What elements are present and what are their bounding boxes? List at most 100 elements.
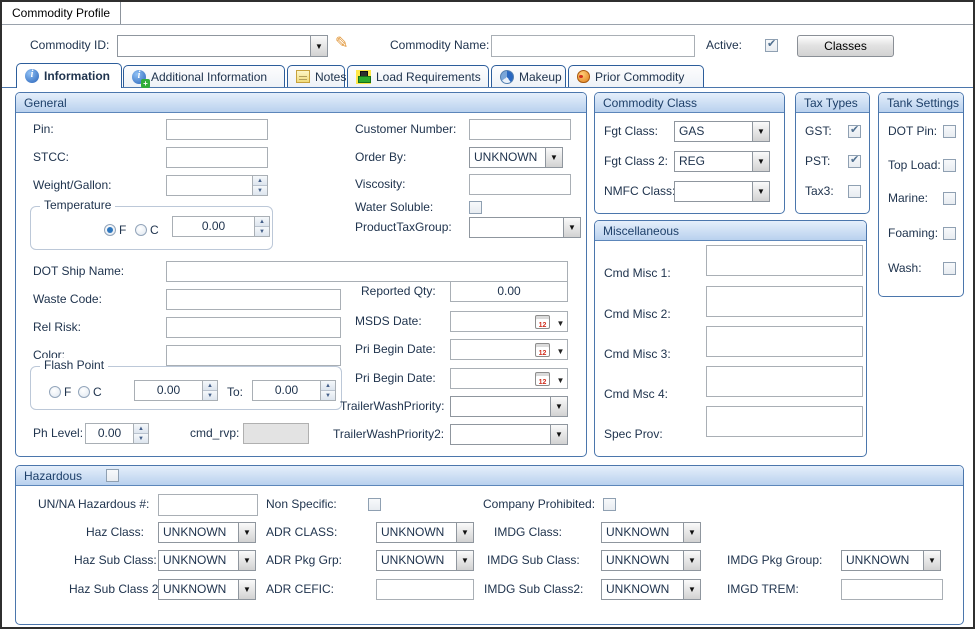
imgd-trem-input[interactable] (841, 579, 943, 600)
wash-checkbox[interactable] (943, 262, 956, 275)
tax3-checkbox[interactable] (848, 185, 861, 198)
dropdown-arrow-icon[interactable] (752, 122, 769, 141)
cmd-misc3-input[interactable] (706, 326, 863, 357)
imdg-class-select[interactable]: UNKNOWN (601, 522, 701, 543)
spinner-down-button[interactable] (253, 185, 267, 195)
temperature-c-radio[interactable] (135, 224, 147, 236)
document-tab-commodity-profile[interactable]: Commodity Profile (4, 2, 121, 24)
imdg-sub-class2-select[interactable]: UNKNOWN (601, 579, 701, 600)
classes-button[interactable]: Classes (797, 35, 894, 57)
marine-checkbox[interactable] (943, 192, 956, 205)
dropdown-arrow-icon[interactable] (554, 315, 567, 329)
adr-cefic-input[interactable] (376, 579, 474, 600)
dot-ship-name-input[interactable] (166, 261, 568, 282)
pri-begin-date-picker[interactable] (450, 339, 568, 360)
pin-input[interactable] (166, 119, 268, 140)
customer-number-input[interactable] (469, 119, 571, 140)
foaming-checkbox[interactable] (943, 227, 956, 240)
dropdown-arrow-icon[interactable] (752, 182, 769, 201)
haz-sub-class2-select[interactable]: UNKNOWN (158, 579, 256, 600)
tab-load-requirements[interactable]: Load Requirements (347, 65, 489, 87)
tab-makeup[interactable]: Makeup (491, 65, 566, 87)
un-na-hazardous-input[interactable] (158, 494, 258, 516)
tab-additional-information[interactable]: Additional Information (123, 65, 285, 87)
calendar-icon[interactable] (535, 372, 550, 386)
spinner-up-button[interactable] (134, 424, 148, 433)
cmd-misc1-input[interactable] (706, 245, 863, 276)
commodity-name-input[interactable] (491, 35, 695, 57)
product-tax-group-select[interactable] (469, 217, 581, 238)
spinner-down-button[interactable] (134, 433, 148, 443)
dropdown-arrow-icon[interactable] (554, 372, 567, 386)
viscosity-input[interactable] (469, 174, 571, 195)
tab-notes[interactable]: Notes (287, 65, 345, 87)
spec-prov-input[interactable] (706, 406, 863, 437)
imdg-pkg-group-select[interactable]: UNKNOWN (841, 550, 941, 571)
temperature-stepper[interactable]: 0.00 (172, 216, 270, 237)
hazardous-checkbox[interactable] (106, 469, 119, 482)
water-soluble-checkbox[interactable] (469, 201, 482, 214)
weight-gallon-stepper[interactable] (166, 175, 268, 196)
adr-class-select[interactable]: UNKNOWN (376, 522, 474, 543)
calendar-icon[interactable] (535, 315, 550, 329)
dropdown-arrow-icon[interactable] (923, 551, 940, 570)
reported-qty-input[interactable]: 0.00 (450, 281, 568, 302)
active-checkbox[interactable] (765, 39, 778, 52)
dropdown-arrow-icon[interactable] (550, 425, 567, 444)
dropdown-arrow-icon[interactable] (545, 148, 562, 167)
pri-begin-date2-picker[interactable] (450, 368, 568, 389)
spinner-down-button[interactable] (255, 226, 269, 236)
adr-pkg-grp-select[interactable]: UNKNOWN (376, 550, 474, 571)
pst-checkbox[interactable] (848, 155, 861, 168)
fgt-class-select[interactable]: GAS (674, 121, 770, 142)
non-specific-checkbox[interactable] (368, 498, 381, 511)
trailer-wash-priority2-select[interactable] (450, 424, 568, 445)
tab-prior-commodity[interactable]: Prior Commodity (568, 65, 704, 87)
dropdown-arrow-icon[interactable] (563, 218, 580, 237)
flash-point-c-radio[interactable] (78, 386, 90, 398)
order-by-select[interactable]: UNKNOWN (469, 147, 563, 168)
cmd-msc4-input[interactable] (706, 366, 863, 397)
spinner-up-button[interactable] (321, 381, 335, 390)
spinner-up-button[interactable] (203, 381, 217, 390)
temperature-f-radio[interactable] (104, 224, 116, 236)
dot-pin-checkbox[interactable] (943, 125, 956, 138)
top-load-checkbox[interactable] (943, 159, 956, 172)
color-input[interactable] (166, 345, 341, 366)
dropdown-arrow-icon[interactable] (310, 36, 327, 56)
dropdown-arrow-icon[interactable] (683, 551, 700, 570)
dropdown-arrow-icon[interactable] (683, 523, 700, 542)
trailer-wash-priority-select[interactable] (450, 396, 568, 417)
company-prohibited-checkbox[interactable] (603, 498, 616, 511)
dropdown-arrow-icon[interactable] (683, 580, 700, 599)
spinner-up-button[interactable] (255, 217, 269, 226)
dropdown-arrow-icon[interactable] (456, 523, 473, 542)
spinner-up-button[interactable] (253, 176, 267, 185)
imdg-sub-class-select[interactable]: UNKNOWN (601, 550, 701, 571)
dropdown-arrow-icon[interactable] (550, 397, 567, 416)
commodity-id-select[interactable] (117, 35, 328, 57)
nmfc-class-select[interactable] (674, 181, 770, 202)
dropdown-arrow-icon[interactable] (238, 580, 255, 599)
tab-information[interactable]: Information (16, 63, 122, 88)
flash-point-f-radio[interactable] (49, 386, 61, 398)
calendar-icon[interactable] (535, 343, 550, 357)
rel-risk-input[interactable] (166, 317, 341, 338)
waste-code-input[interactable] (166, 289, 341, 310)
spinner-down-button[interactable] (203, 390, 217, 400)
stcc-input[interactable] (166, 147, 268, 168)
spinner-down-button[interactable] (321, 390, 335, 400)
flash-point-from-stepper[interactable]: 0.00 (134, 380, 218, 401)
haz-sub-class-select[interactable]: UNKNOWN (158, 550, 256, 571)
flash-point-to-stepper[interactable]: 0.00 (252, 380, 336, 401)
dropdown-arrow-icon[interactable] (456, 551, 473, 570)
ph-level-stepper[interactable]: 0.00 (85, 423, 149, 444)
msds-date-picker[interactable] (450, 311, 568, 332)
dropdown-arrow-icon[interactable] (238, 551, 255, 570)
dropdown-arrow-icon[interactable] (554, 343, 567, 357)
fgt-class2-select[interactable]: REG (674, 151, 770, 172)
edit-pencil-icon[interactable] (335, 36, 348, 52)
dropdown-arrow-icon[interactable] (752, 152, 769, 171)
gst-checkbox[interactable] (848, 125, 861, 138)
dropdown-arrow-icon[interactable] (238, 523, 255, 542)
